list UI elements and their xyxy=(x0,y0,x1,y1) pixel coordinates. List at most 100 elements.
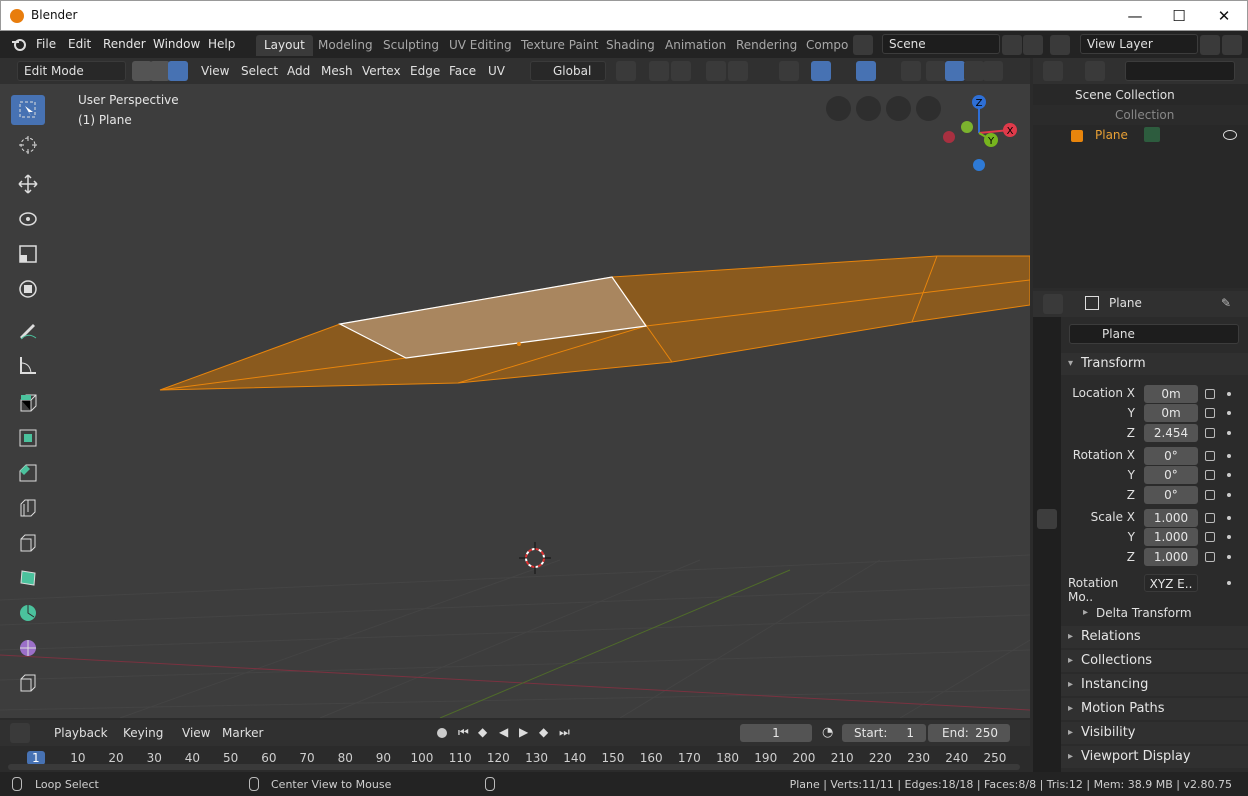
physics-tab-icon[interactable] xyxy=(1037,593,1057,613)
keyframe-dot-icon[interactable] xyxy=(1227,454,1231,458)
wireframe-shading-icon[interactable] xyxy=(926,61,946,81)
keyframe-dot-icon[interactable] xyxy=(1227,516,1231,520)
end-frame-field[interactable]: End: 250 xyxy=(928,724,1010,742)
new-scene-icon[interactable] xyxy=(1002,35,1022,55)
location-z-field[interactable]: 2.454 xyxy=(1144,424,1198,442)
collections-panel-header[interactable]: Collections xyxy=(1061,650,1248,672)
keyframe-dot-icon[interactable] xyxy=(1227,392,1231,396)
object-name-field[interactable]: Plane xyxy=(1069,324,1239,344)
scale-tool[interactable] xyxy=(11,239,45,269)
rotation-z-field[interactable]: 0° xyxy=(1144,486,1198,504)
select-box-tool[interactable] xyxy=(11,95,45,125)
face-select-icon[interactable] xyxy=(168,61,188,81)
marker-menu[interactable]: Marker xyxy=(218,723,267,743)
scene-selector-icon[interactable] xyxy=(853,35,873,55)
smooth-tool[interactable] xyxy=(11,633,45,663)
instancing-panel-header[interactable]: Instancing xyxy=(1061,674,1248,696)
overlay-toggle-icon[interactable] xyxy=(856,61,876,81)
vertex-select-icon[interactable] xyxy=(132,61,152,81)
delta-transform-subpanel[interactable]: Delta Transform xyxy=(1096,606,1192,620)
scene-tab-icon[interactable] xyxy=(1037,445,1057,465)
motion-paths-panel-header[interactable]: Motion Paths xyxy=(1061,698,1248,720)
tab-layout[interactable]: Layout xyxy=(256,35,313,56)
view-layer-tab-icon[interactable] xyxy=(1037,417,1057,437)
rendered-shading-icon[interactable] xyxy=(983,61,1003,81)
rotation-x-field[interactable]: 0° xyxy=(1144,447,1198,465)
tab-rendering[interactable]: Rendering xyxy=(728,35,805,56)
blender-menu-icon[interactable] xyxy=(11,37,27,51)
constraints-tab-icon[interactable] xyxy=(1037,621,1057,641)
measure-tool[interactable] xyxy=(11,350,45,380)
tab-animation[interactable]: Animation xyxy=(657,35,734,56)
tool-settings-tab-icon[interactable] xyxy=(1037,329,1057,349)
scale-x-field[interactable]: 1.000 xyxy=(1144,509,1198,527)
outliner-search-input[interactable] xyxy=(1125,61,1235,81)
scale-z-field[interactable]: 1.000 xyxy=(1144,548,1198,566)
outliner-object-plane[interactable]: Plane xyxy=(1033,125,1248,145)
solid-shading-icon[interactable] xyxy=(945,61,965,81)
bevel-tool[interactable] xyxy=(11,458,45,488)
play-icon[interactable]: ▶ xyxy=(519,725,528,739)
prev-keyframe-icon[interactable]: ◆ xyxy=(478,725,487,739)
camera-view-icon[interactable] xyxy=(856,96,881,121)
record-icon[interactable] xyxy=(437,728,447,738)
edge-slide-tool[interactable] xyxy=(11,668,45,698)
play-reverse-icon[interactable]: ◀ xyxy=(499,725,508,739)
proportional-edit-icon[interactable] xyxy=(706,61,726,81)
orientation-dropdown[interactable]: Global xyxy=(530,61,606,81)
next-keyframe-icon[interactable]: ◆ xyxy=(539,725,548,739)
editor-type-icon[interactable] xyxy=(1043,61,1063,81)
toggle-camera-grid-icon[interactable] xyxy=(826,96,851,121)
keyframe-dot-icon[interactable] xyxy=(1227,555,1231,559)
tab-modeling[interactable]: Modeling xyxy=(310,35,381,56)
transform-panel-header[interactable]: Transform xyxy=(1061,353,1248,375)
menu-add[interactable]: Add xyxy=(283,61,314,81)
menu-edge[interactable]: Edge xyxy=(406,61,444,81)
eye-icon[interactable] xyxy=(1223,130,1237,140)
delete-view-layer-icon[interactable] xyxy=(1222,35,1242,55)
menu-file[interactable]: File xyxy=(36,37,56,51)
rotation-mode-dropdown[interactable]: XYZ E.. xyxy=(1144,574,1198,592)
falloff-icon[interactable] xyxy=(728,61,748,81)
menu-view[interactable]: View xyxy=(197,61,233,81)
preview-range-icon[interactable]: ◔ xyxy=(822,725,833,740)
display-mode-icon[interactable] xyxy=(1085,61,1105,81)
object-tab-icon[interactable] xyxy=(1037,509,1057,529)
extrude-tool[interactable] xyxy=(11,388,45,418)
3d-viewport[interactable] xyxy=(0,84,1030,718)
knife-tool[interactable] xyxy=(11,528,45,558)
current-frame-field[interactable]: 1 xyxy=(740,724,812,742)
pin-icon[interactable]: ✎ xyxy=(1221,296,1231,310)
menu-select[interactable]: Select xyxy=(237,61,282,81)
menu-window[interactable]: Window xyxy=(153,37,200,51)
snap-icon[interactable] xyxy=(649,61,669,81)
menu-vertex[interactable]: Vertex xyxy=(358,61,405,81)
tab-texture-paint[interactable]: Texture Paint xyxy=(513,35,606,56)
pivot-point-icon[interactable] xyxy=(616,61,636,81)
lock-icon[interactable] xyxy=(1205,451,1215,461)
lock-icon[interactable] xyxy=(1205,490,1215,500)
scene-name-field[interactable]: Scene xyxy=(882,34,1000,54)
timeline-editor-type-icon[interactable] xyxy=(10,723,30,743)
tab-sculpting[interactable]: Sculpting xyxy=(375,35,447,56)
xray-toggle-icon[interactable] xyxy=(901,61,921,81)
rotation-y-field[interactable]: 0° xyxy=(1144,466,1198,484)
lock-icon[interactable] xyxy=(1205,532,1215,542)
loop-cut-tool[interactable] xyxy=(11,493,45,523)
menu-help[interactable]: Help xyxy=(208,37,235,51)
tab-compositing[interactable]: Compo xyxy=(798,35,856,56)
tab-uv-editing[interactable]: UV Editing xyxy=(441,35,520,56)
jump-end-icon[interactable]: ⏭ xyxy=(559,725,570,740)
keyframe-dot-icon[interactable] xyxy=(1227,581,1231,585)
menu-render[interactable]: Render xyxy=(103,37,146,51)
lock-icon[interactable] xyxy=(1205,389,1215,399)
material-tab-icon[interactable] xyxy=(1037,677,1057,697)
world-tab-icon[interactable] xyxy=(1037,473,1057,493)
keyframe-dot-icon[interactable] xyxy=(1227,431,1231,435)
view-layer-selector-icon[interactable] xyxy=(1050,35,1070,55)
outliner-collection[interactable]: Collection xyxy=(1033,105,1248,125)
transform-tool[interactable] xyxy=(11,274,45,304)
gizmo-toggle-icon[interactable] xyxy=(811,61,831,81)
spin-tool[interactable] xyxy=(11,598,45,628)
edge-select-icon[interactable] xyxy=(150,61,170,81)
